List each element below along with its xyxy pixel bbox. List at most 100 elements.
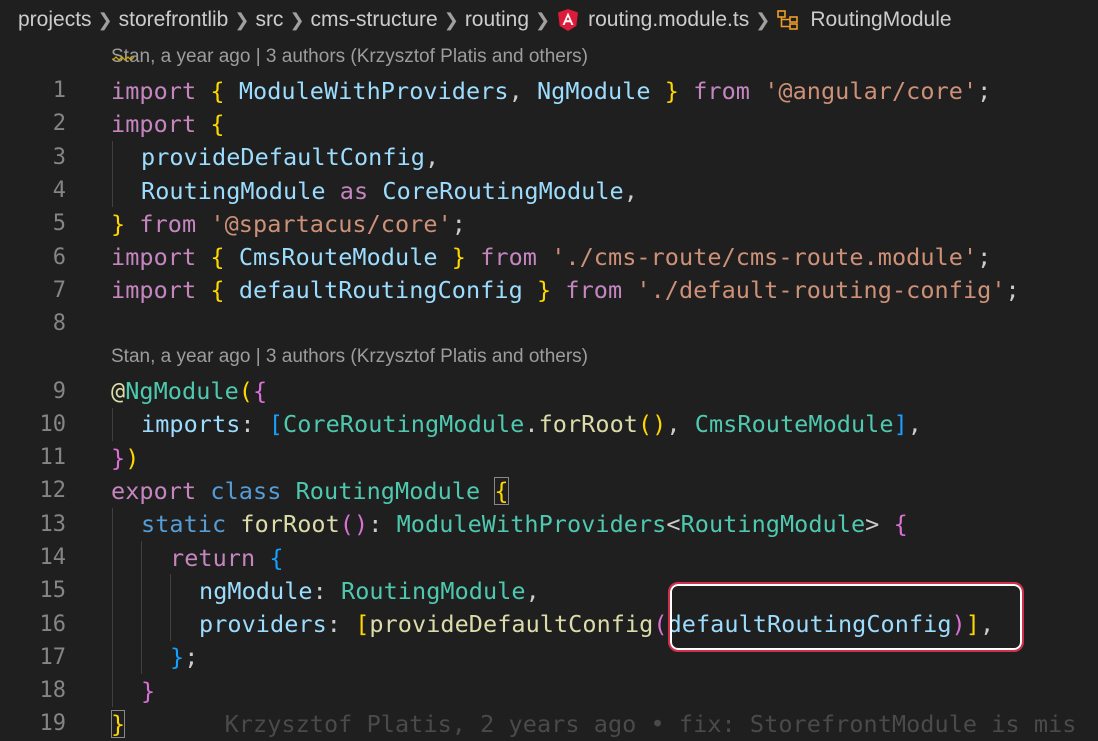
code-line-9[interactable]: 9 @NgModule({ [0,374,1098,407]
indent-guide [112,640,113,675]
line-number: 8 [52,311,66,337]
token-identifier: RoutingModule [141,176,326,205]
codelens-blame[interactable]: Stan, a year ago | 3 authors (Krzysztof … [0,340,1098,374]
code-line-7[interactable]: 7 import { defaultRoutingConfig } from '… [0,274,1098,307]
indent-guide [112,507,113,541]
line-content: import { [111,110,225,138]
code-line-18[interactable]: 18 } [0,674,1098,708]
token-paren: ) [354,510,369,539]
token-punct: ; [1005,276,1020,305]
indent-guide [170,574,171,608]
token-keyword: from [139,209,197,238]
indent-guide [170,607,171,641]
token-punct: , [666,410,681,439]
code-line-4[interactable]: 4 RoutingModule as CoreRoutingModule, [0,173,1098,208]
token-punct: : [312,576,327,605]
token-identifier: defaultRoutingConfig [667,610,952,639]
breadcrumb-routing[interactable]: routing [465,8,529,32]
angular-icon [558,9,579,31]
token-type: RoutingModule [341,576,526,605]
code-line-2[interactable]: 2 import { [0,107,1098,140]
token-punct: ; [977,76,992,105]
code-line-19[interactable]: 19 } Krzysztof Platis, 2 years ago • fix… [0,707,1098,740]
line-content: provideDefaultConfig, [141,143,439,171]
breadcrumb-projects[interactable]: projects [18,8,92,32]
code-line-8[interactable]: 8 [0,307,1098,340]
code-line-5[interactable]: 5 } from '@spartacus/core'; [0,207,1098,240]
token-brace: { [494,476,509,505]
token-paren: ) [125,443,140,472]
line-number: 13 [39,511,67,537]
line-content: import { ModuleWithProviders, NgModule }… [111,77,991,105]
token-function: forRoot [240,510,340,539]
token-punct: , [424,143,440,172]
token-type: CmsRouteModule [694,410,894,439]
breadcrumb-cms-structure[interactable]: cms-structure [311,8,438,32]
breadcrumb-file[interactable]: routing.module.ts [588,8,749,32]
code-line-1[interactable]: 1 import { ModuleWithProviders, NgModule… [0,74,1098,107]
token-property: imports [141,410,241,439]
code-line-14[interactable]: 14 return { [0,540,1098,575]
line-number: 10 [39,411,67,437]
class-symbol-icon [776,9,800,31]
code-line-13[interactable]: 13 static forRoot(): ModuleWithProviders… [0,507,1098,541]
token-brace: } [451,243,466,272]
token-punct: , [508,76,523,105]
line-content: } [141,677,155,705]
breadcrumb: projects ❯ storefrontlib ❯ src ❯ cms-str… [0,0,1098,40]
line-content: import { defaultRoutingConfig } from './… [111,276,1020,304]
line-content: } from '@spartacus/core'; [111,210,466,238]
token-bracket: [ [268,410,283,439]
token-bracket: ] [893,410,908,439]
breadcrumb-symbol[interactable]: RoutingModule [810,8,951,32]
code-line-6[interactable]: 6 import { CmsRouteModule } from './cms-… [0,240,1098,273]
token-paren: ( [339,510,354,539]
code-line-15[interactable]: 15 ngModule: RoutingModule, [0,574,1098,608]
inline-blame: Krzysztof Platis, 2 years ago • fix: Sto… [224,709,1077,738]
token-keyword: return [170,543,256,572]
line-number: 19 [39,711,67,737]
line-number: 12 [39,478,67,504]
token-punct: : [326,610,341,639]
token-brace: { [210,243,225,272]
indent-guide [112,607,113,641]
line-content: imports: [CoreRoutingModule.forRoot(), C… [141,410,922,438]
token-bracket: [ [355,610,370,639]
token-type: CoreRoutingModule [283,410,525,439]
code-line-3[interactable]: 3 provideDefaultConfig, [0,140,1098,174]
token-paren: ( [653,610,668,639]
code-line-10[interactable]: 10 imports: [CoreRoutingModule.forRoot()… [0,407,1098,441]
token-string: './cms-route/cms-route.module' [551,243,978,272]
token-keyword: import [111,76,197,105]
token-punct: : [368,510,383,539]
token-brace: { [210,276,225,305]
line-number: 3 [52,144,66,170]
token-brace: } [141,676,156,705]
line-number: 7 [52,277,66,303]
token-string: './default-routing-config' [636,276,1006,305]
token-brace: { [210,109,225,138]
chevron-right-icon: ❯ [289,9,305,30]
indent-guide [112,140,113,174]
indent-guide [112,407,113,441]
token-brace: { [269,543,284,572]
token-string: '@spartacus/core' [210,209,452,238]
line-content: } Krzysztof Platis, 2 years ago • fix: S… [111,709,1077,738]
token-keyword: as [339,176,369,205]
indent-guide [112,574,113,608]
code-line-11[interactable]: 11 }) [0,441,1098,474]
codelens-blame[interactable]: Stan, a year ago | 3 authors (Krzysztof … [0,40,1098,74]
token-paren: ( [238,377,253,406]
code-editor[interactable]: Stan, a year ago | 3 authors (Krzysztof … [0,40,1098,738]
code-line-16[interactable]: 16 providers: [provideDefaultConfig(defa… [0,607,1098,641]
token-keyword: from [693,76,750,105]
breadcrumb-src[interactable]: src [255,8,283,32]
token-type: ModuleWithProviders [396,510,667,539]
token-brace: { [253,377,268,406]
breadcrumb-storefrontlib[interactable]: storefrontlib [119,8,229,32]
indent-guide [141,540,142,575]
code-line-17[interactable]: 17 }; [0,640,1098,675]
code-line-12[interactable]: 12 export class RoutingModule { [0,474,1098,507]
line-number: 11 [39,445,67,471]
token-punct: ; [184,643,199,672]
